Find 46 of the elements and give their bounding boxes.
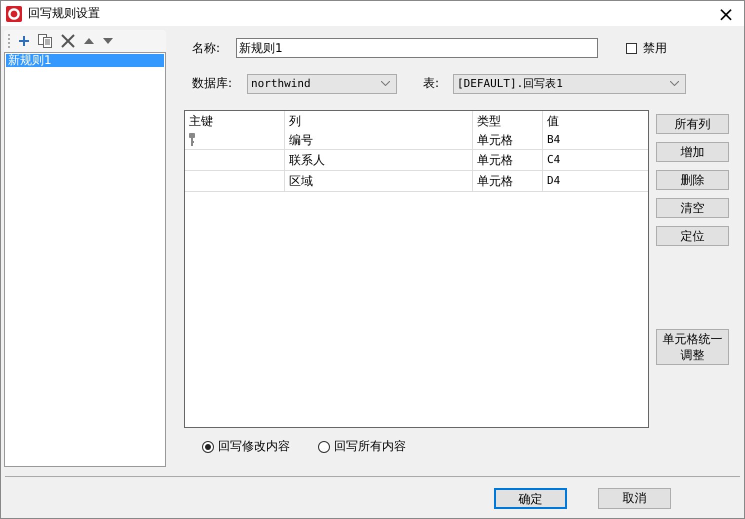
adjust-button[interactable]: 单元格统一调整	[656, 329, 729, 365]
disabled-label: 禁用	[643, 40, 667, 56]
table-row[interactable]: 区域 单元格 D4	[185, 171, 648, 192]
table-cell: 区域	[285, 171, 473, 191]
action-button[interactable]: 增加	[656, 142, 729, 162]
add-icon[interactable]	[19, 36, 29, 46]
column-header: 类型	[473, 111, 543, 130]
table-dropdown[interactable]: [DEFAULT].回写表1	[453, 74, 686, 94]
table-cell-text: C4	[546, 152, 562, 168]
action-button[interactable]: 清空	[656, 198, 729, 218]
action-button[interactable]: 所有列	[656, 114, 729, 134]
table-cell: 单元格	[473, 130, 543, 149]
close-button[interactable]: ×	[708, 1, 744, 26]
copy-icon[interactable]	[38, 34, 52, 48]
table-cell-text: D4	[546, 173, 562, 189]
table-cell: 联系人	[285, 150, 473, 170]
table-label: 表:	[423, 75, 440, 92]
dialog-button[interactable]: 取消	[598, 488, 671, 509]
action-button[interactable]: 删除	[656, 170, 729, 190]
table-cell: 单元格	[473, 150, 543, 170]
radio-button[interactable]	[318, 440, 330, 452]
table-row[interactable]: 联系人 单元格 C4	[185, 150, 648, 171]
table-row[interactable]: 编号 单元格 B4	[185, 130, 648, 150]
chevron-down-icon	[670, 81, 679, 86]
column-header: 列	[285, 111, 473, 130]
dialog-button[interactable]: 确定	[494, 488, 567, 509]
app-logo-icon	[6, 6, 22, 22]
name-label: 名称:	[192, 40, 222, 56]
key-icon	[189, 133, 195, 146]
delete-icon[interactable]	[61, 34, 75, 48]
table-cell: 编号	[285, 130, 473, 149]
window-title: 回写规则设置	[28, 5, 100, 22]
name-field[interactable]: 新规则1	[236, 38, 598, 58]
column-header: 值	[546, 112, 560, 130]
database-label: 数据库:	[192, 75, 234, 92]
column-header: 主键	[185, 111, 285, 130]
move-down-icon[interactable]	[103, 38, 113, 44]
table-cell-text: B4	[546, 132, 562, 148]
radio-label: 回写所有内容	[334, 438, 406, 455]
radio-button[interactable]	[202, 440, 214, 452]
action-button[interactable]: 定位	[656, 226, 729, 246]
table-cell: 单元格	[473, 171, 543, 191]
move-up-icon[interactable]	[84, 38, 94, 44]
radio-label: 回写修改内容	[218, 438, 290, 455]
chevron-down-icon	[381, 81, 390, 86]
database-dropdown[interactable]: northwind	[247, 74, 397, 94]
